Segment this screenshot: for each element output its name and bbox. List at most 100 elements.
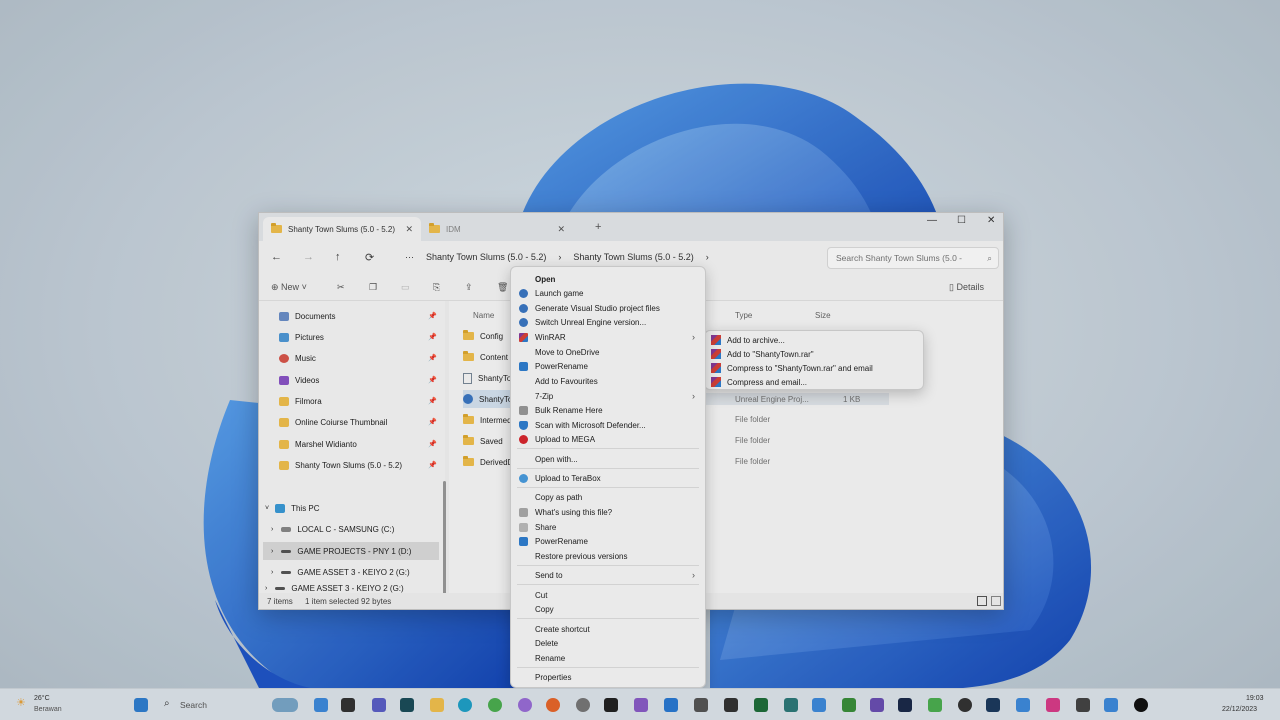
app-icon[interactable] [928, 698, 942, 712]
app-icon[interactable] [400, 698, 414, 712]
menu-item-rename[interactable]: Rename [535, 654, 565, 663]
menu-item-upload-mega[interactable]: Upload to MEGA [535, 435, 595, 444]
menu-item-7zip[interactable]: 7-Zip [535, 392, 553, 401]
sidebar-item-documents[interactable]: Documents 📌 [279, 307, 439, 325]
minimize-button[interactable]: — [927, 215, 937, 226]
menu-item-add-to-rar[interactable]: Add to "ShantyTown.rar" [727, 350, 814, 359]
epic-games-icon[interactable] [604, 698, 618, 712]
menu-item-scan-defender[interactable]: Scan with Microsoft Defender... [535, 421, 646, 430]
app-icon[interactable] [958, 698, 972, 712]
sidebar-scrollbar[interactable] [443, 481, 446, 609]
clock-date[interactable]: 22/12/2023 [1222, 706, 1257, 713]
menu-item-bulk-rename[interactable]: Bulk Rename Here [535, 406, 603, 415]
sidebar-item-pictures[interactable]: Pictures 📌 [279, 328, 439, 346]
app-icon[interactable] [986, 698, 1000, 712]
start-button-icon[interactable] [134, 698, 148, 712]
menu-item-upload-terabox[interactable]: Upload to TeraBox [535, 474, 601, 483]
sidebar-item-drive-g[interactable]: › GAME ASSET 3 - KEIYO 2 (G:) [271, 563, 431, 581]
paste-icon[interactable]: ▭ [401, 282, 410, 293]
copilot-icon[interactable] [314, 698, 328, 712]
file-explorer-icon[interactable] [430, 698, 444, 712]
sidebar-item-music[interactable]: Music 📌 [279, 349, 439, 367]
menu-item-cut[interactable]: Cut [535, 591, 547, 600]
instagram-icon[interactable] [1046, 698, 1060, 712]
menu-item-powerrename[interactable]: PowerRename [535, 362, 588, 371]
sidebar-item-drive-d[interactable]: › GAME PROJECTS - PNY 1 (D:) [263, 542, 439, 560]
delete-icon[interactable]: 🗑 [497, 282, 508, 293]
menu-item-copy-path[interactable]: Copy as path [535, 493, 582, 502]
new-button[interactable]: ⊕ New ˅ [271, 282, 307, 293]
column-header-name[interactable]: Name [473, 311, 494, 320]
file-row[interactable]: ShantyTo [463, 390, 517, 408]
teams-icon[interactable] [372, 698, 386, 712]
forward-button[interactable]: → [303, 251, 314, 263]
vscode-icon[interactable] [664, 698, 678, 712]
app-icon[interactable] [1016, 698, 1030, 712]
close-window-button[interactable]: ✕ [987, 215, 995, 226]
weather-icon[interactable]: ☀ [16, 696, 26, 709]
menu-item-generate-vs[interactable]: Generate Visual Studio project files [535, 304, 660, 313]
visual-studio-icon[interactable] [634, 698, 648, 712]
cut-icon[interactable]: ✂ [337, 282, 345, 293]
details-view-icon[interactable] [977, 596, 987, 606]
edge-icon[interactable] [458, 698, 472, 712]
sidebar-item-drive-c[interactable]: › LOCAL C - SAMSUNG (C:) [271, 520, 431, 538]
taskbar-search[interactable]: Search [180, 700, 207, 710]
refresh-button[interactable]: ⟳ [365, 251, 374, 264]
tiles-view-icon[interactable] [991, 596, 1001, 606]
sidebar-item-videos[interactable]: Videos 📌 [279, 371, 439, 389]
menu-item-compress-email[interactable]: Compress and email... [727, 378, 807, 387]
sidebar-item-drive-g2[interactable]: › GAME ASSET 3 - KEIYO 2 (G:) [265, 584, 425, 593]
task-view-icon[interactable] [341, 698, 355, 712]
app-icon[interactable] [812, 698, 826, 712]
menu-item-switch-ue-version[interactable]: Switch Unreal Engine version... [535, 318, 646, 327]
menu-item-add-favourites[interactable]: Add to Favourites [535, 377, 598, 386]
menu-item-copy[interactable]: Copy [535, 605, 554, 614]
column-header-size[interactable]: Size [815, 311, 831, 320]
breadcrumb-item[interactable]: Shanty Town Slums (5.0 - 5.2) [426, 252, 546, 262]
sidebar-item-marshel[interactable]: Marshel Widianto 📌 [279, 435, 439, 453]
photoshop-icon[interactable] [898, 698, 912, 712]
tab-shanty-town[interactable]: Shanty Town Slums (5.0 - 5.2) ✕ [263, 217, 421, 241]
close-tab-icon[interactable]: ✕ [405, 224, 413, 235]
app-icon[interactable] [784, 698, 798, 712]
menu-item-send-to[interactable]: Send to [535, 571, 563, 580]
browser-icon[interactable] [518, 698, 532, 712]
chrome-icon[interactable] [488, 698, 502, 712]
rename-icon[interactable]: ⎘ [433, 282, 440, 293]
unreal-engine-icon[interactable] [1134, 698, 1148, 712]
sidebar-item-online-course[interactable]: Online Coiurse Thumbnail 📌 [279, 413, 439, 431]
menu-item-winrar[interactable]: WinRAR [535, 333, 566, 342]
sidebar-item-filmora[interactable]: Filmora 📌 [279, 392, 439, 410]
notepad-icon[interactable] [842, 698, 856, 712]
details-button[interactable]: ▯ Details [949, 282, 984, 293]
menu-item-powerrename-2[interactable]: PowerRename [535, 537, 588, 546]
file-row[interactable]: Saved [463, 432, 517, 450]
menu-item-open[interactable]: Open [535, 275, 555, 284]
app-icon[interactable] [576, 698, 590, 712]
menu-item-compress-email-rar[interactable]: Compress to "ShantyTown.rar" and email [727, 364, 873, 373]
copy-icon[interactable]: ❐ [369, 282, 377, 293]
menu-item-share[interactable]: Share [535, 523, 556, 532]
sidebar-item-shanty-town[interactable]: Shanty Town Slums (5.0 - 5.2) 📌 [279, 456, 439, 474]
app-icon[interactable] [1076, 698, 1090, 712]
breadcrumb-overflow[interactable]: ··· [405, 252, 414, 262]
menu-item-properties[interactable]: Properties [535, 673, 571, 682]
app-icon[interactable] [694, 698, 708, 712]
clock-time[interactable]: 19:03 [1246, 695, 1264, 702]
tab-idm[interactable]: IDM ✕ [421, 217, 573, 241]
up-button[interactable]: ↑ [335, 251, 341, 263]
ds-icon[interactable] [724, 698, 738, 712]
file-row[interactable]: Content [463, 348, 517, 366]
search-input[interactable]: Search Shanty Town Slums (5.0 - ⌕ [827, 247, 999, 269]
app-icon[interactable] [1104, 698, 1118, 712]
file-row[interactable]: Config [463, 327, 517, 345]
menu-item-add-to-archive[interactable]: Add to archive... [727, 336, 785, 345]
breadcrumb-item[interactable]: Shanty Town Slums (5.0 - 5.2) [573, 252, 693, 262]
menu-item-whats-using[interactable]: What's using this file? [535, 508, 612, 517]
menu-item-launch-game[interactable]: Launch game [535, 289, 583, 298]
widgets-icon[interactable] [272, 698, 298, 712]
maximize-button[interactable]: ☐ [957, 215, 966, 226]
share-icon[interactable]: ⇪ [465, 282, 473, 293]
back-button[interactable]: ← [271, 251, 282, 263]
